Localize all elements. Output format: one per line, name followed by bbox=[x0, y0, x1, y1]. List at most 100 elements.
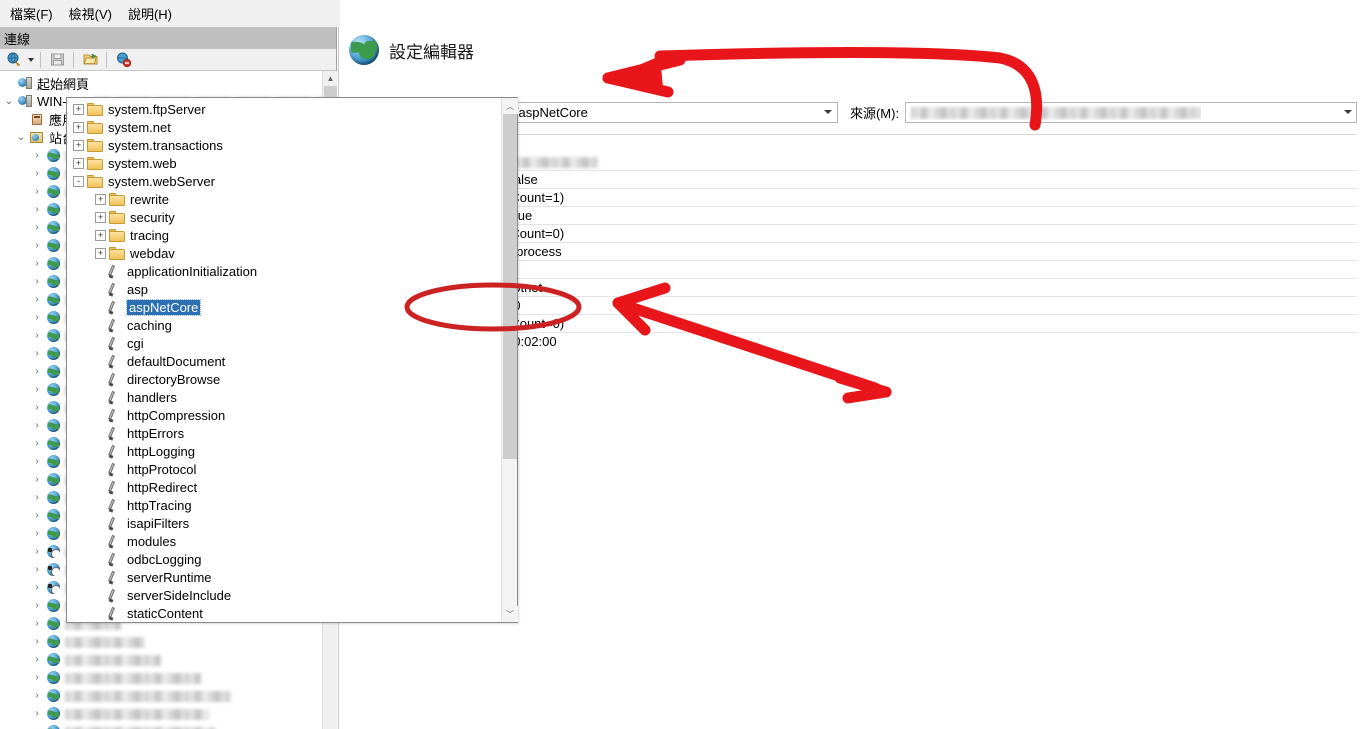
section-dropdown-item[interactable]: + system.web bbox=[67, 154, 502, 172]
section-dropdown-item[interactable]: + system.net bbox=[67, 118, 502, 136]
tree-expander-icon[interactable]: › bbox=[30, 348, 44, 359]
property-value[interactable]: 00:02:00 bbox=[501, 333, 1357, 350]
tree-expander-icon[interactable]: › bbox=[30, 294, 44, 305]
tree-expander-icon[interactable]: › bbox=[30, 330, 44, 341]
connections-tree-item[interactable]: › bbox=[0, 686, 322, 704]
section-dropdown-item[interactable]: serverSideInclude bbox=[67, 586, 502, 604]
property-value[interactable]: .\ bbox=[501, 153, 1357, 170]
tree-expander-icon[interactable]: › bbox=[30, 708, 44, 719]
connections-tree-item[interactable]: › bbox=[0, 722, 322, 729]
property-value[interactable]: dotnet bbox=[501, 279, 1357, 296]
section-dropdown-scrollbar[interactable]: ︿ ﹀ bbox=[501, 98, 518, 622]
section-dropdown-item[interactable]: applicationInitialization bbox=[67, 262, 502, 280]
tree-expander-icon[interactable]: › bbox=[30, 222, 44, 233]
section-dropdown-item[interactable]: httpRedirect bbox=[67, 478, 502, 496]
disconnect-icon[interactable] bbox=[113, 51, 133, 69]
connections-tree-item[interactable]: › bbox=[0, 668, 322, 686]
connections-tree-item[interactable]: 起始網頁 bbox=[0, 74, 322, 92]
section-dropdown-item[interactable]: asp bbox=[67, 280, 502, 298]
tree-expander-icon[interactable]: › bbox=[30, 564, 44, 575]
tree-expander-icon[interactable]: › bbox=[30, 366, 44, 377]
scroll-up-icon[interactable]: ▲ bbox=[323, 71, 337, 86]
section-dropdown-item[interactable]: aspNetCore bbox=[67, 298, 502, 316]
section-dropdown-item[interactable]: defaultDocument bbox=[67, 352, 502, 370]
section-dropdown-item[interactable]: httpProtocol bbox=[67, 460, 502, 478]
tree-expander-icon[interactable]: › bbox=[30, 654, 44, 665]
section-dropdown-item[interactable]: cgi bbox=[67, 334, 502, 352]
tree-expander-icon[interactable]: › bbox=[30, 276, 44, 287]
tree-expander-icon[interactable]: › bbox=[30, 546, 44, 557]
tree-expander-icon[interactable]: + bbox=[73, 121, 84, 133]
section-dropdown-item[interactable]: + security bbox=[67, 208, 502, 226]
tree-expander-icon[interactable]: › bbox=[30, 474, 44, 485]
tree-expander-icon[interactable]: + bbox=[73, 157, 84, 169]
section-dropdown-item[interactable]: + tracing bbox=[67, 226, 502, 244]
section-dropdown-item[interactable]: httpTracing bbox=[67, 496, 502, 514]
section-dropdown-item[interactable]: httpLogging bbox=[67, 442, 502, 460]
section-dropdown-item[interactable]: staticContent bbox=[67, 604, 502, 622]
tree-expander-icon[interactable]: › bbox=[30, 636, 44, 647]
section-dropdown-item[interactable]: caching bbox=[67, 316, 502, 334]
section-dropdown-item[interactable]: serverRuntime bbox=[67, 568, 502, 586]
section-dropdown-item[interactable]: + system.transactions bbox=[67, 136, 502, 154]
property-value[interactable]: 1 bbox=[501, 261, 1357, 278]
section-dropdown-item[interactable]: modules bbox=[67, 532, 502, 550]
property-value[interactable]: (Count=0) bbox=[501, 315, 1357, 332]
section-dropdown-item[interactable]: + webdav bbox=[67, 244, 502, 262]
tree-expander-icon[interactable]: › bbox=[30, 168, 44, 179]
property-value[interactable]: (Count=1) bbox=[501, 189, 1357, 206]
section-dropdown-item[interactable]: + system.ftpServer bbox=[67, 100, 502, 118]
section-dropdown-item[interactable]: + rewrite bbox=[67, 190, 502, 208]
menu-help[interactable]: 說明(H) bbox=[124, 1, 184, 26]
tree-expander-icon[interactable]: › bbox=[30, 690, 44, 701]
property-value[interactable]: False bbox=[501, 171, 1357, 188]
section-dropdown-item[interactable]: directoryBrowse bbox=[67, 370, 502, 388]
tree-expander-icon[interactable]: + bbox=[95, 247, 106, 259]
tree-expander-icon[interactable]: › bbox=[30, 456, 44, 467]
menu-view[interactable]: 檢視(V) bbox=[65, 1, 124, 26]
tree-expander-icon[interactable]: › bbox=[30, 726, 44, 729]
connections-tree-item[interactable]: › bbox=[0, 632, 322, 650]
section-dropdown-item[interactable]: - system.webServer bbox=[67, 172, 502, 190]
property-value[interactable]: True bbox=[501, 207, 1357, 224]
section-dropdown-item[interactable]: handlers bbox=[67, 388, 502, 406]
property-value[interactable]: 10 bbox=[501, 297, 1357, 314]
connections-tree-item[interactable]: › bbox=[0, 650, 322, 668]
tree-expander-icon[interactable]: › bbox=[30, 384, 44, 395]
tree-expander-icon[interactable]: › bbox=[30, 402, 44, 413]
connections-tree-item[interactable]: › bbox=[0, 704, 322, 722]
tree-expander-icon[interactable]: ⌄ bbox=[14, 132, 28, 143]
tree-expander-icon[interactable]: + bbox=[95, 193, 106, 205]
connect-icon[interactable] bbox=[4, 51, 24, 69]
section-dropdown-item[interactable]: isapiFilters bbox=[67, 514, 502, 532]
tree-expander-icon[interactable]: › bbox=[30, 240, 44, 251]
section-dropdown-scrollbar-thumb[interactable] bbox=[503, 114, 517, 459]
section-dropdown-list[interactable]: + system.ftpServer + system.net + system.tran… bbox=[66, 97, 518, 623]
tree-expander-icon[interactable]: › bbox=[30, 312, 44, 323]
section-dropdown-item[interactable]: httpCompression bbox=[67, 406, 502, 424]
section-combo-chevron-down-icon[interactable] bbox=[819, 102, 837, 122]
tree-expander-icon[interactable]: › bbox=[30, 582, 44, 593]
tree-expander-icon[interactable]: + bbox=[95, 211, 106, 223]
tree-expander-icon[interactable]: › bbox=[30, 204, 44, 215]
section-dropdown-item[interactable]: odbcLogging bbox=[67, 550, 502, 568]
open-folder-icon[interactable] bbox=[80, 51, 100, 69]
source-combo[interactable] bbox=[905, 101, 1357, 123]
property-value[interactable]: (Count=0) bbox=[501, 225, 1357, 242]
tree-expander-icon[interactable]: › bbox=[30, 492, 44, 503]
tree-expander-icon[interactable]: + bbox=[73, 139, 84, 151]
tree-expander-icon[interactable]: › bbox=[30, 150, 44, 161]
tree-expander-icon[interactable]: › bbox=[30, 618, 44, 629]
tree-expander-icon[interactable]: ⌄ bbox=[2, 96, 16, 107]
tree-expander-icon[interactable]: › bbox=[30, 672, 44, 683]
tree-expander-icon[interactable]: - bbox=[73, 175, 84, 187]
menu-file[interactable]: 檔案(F) bbox=[6, 1, 65, 26]
tree-expander-icon[interactable]: › bbox=[30, 438, 44, 449]
tree-expander-icon[interactable]: › bbox=[30, 258, 44, 269]
tree-expander-icon[interactable]: › bbox=[30, 420, 44, 431]
tree-expander-icon[interactable]: › bbox=[30, 600, 44, 611]
source-combo-chevron-down-icon[interactable] bbox=[1339, 102, 1356, 122]
tree-expander-icon[interactable]: › bbox=[30, 186, 44, 197]
section-dropdown-item[interactable]: httpErrors bbox=[67, 424, 502, 442]
connect-dropdown-icon[interactable] bbox=[28, 57, 34, 62]
